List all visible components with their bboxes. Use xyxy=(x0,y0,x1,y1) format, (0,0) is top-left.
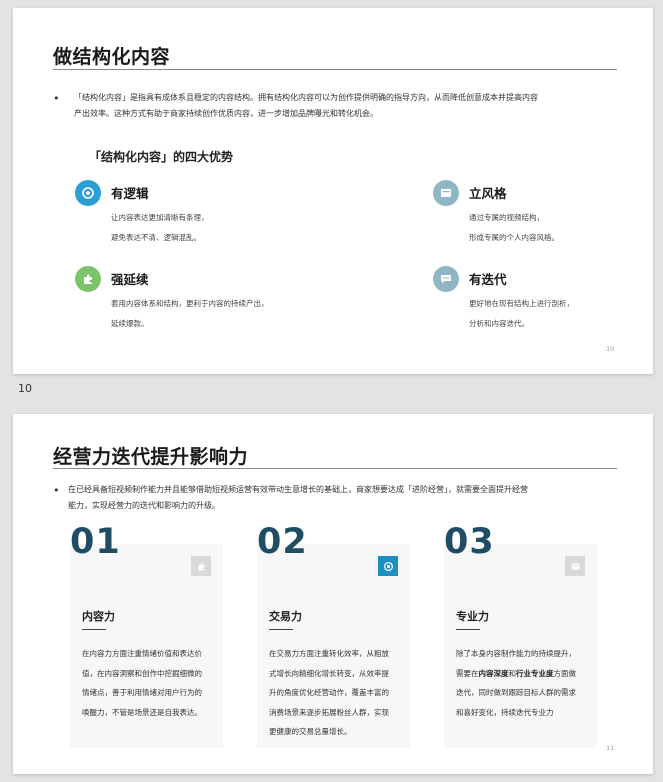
card-line: 更健康的交易总量增长。 xyxy=(269,727,352,736)
puzzle-icon xyxy=(191,556,211,576)
feature-title: 立风格 xyxy=(469,186,507,201)
feature-desc-line: 更好地在现有结构上进行剖析， xyxy=(469,299,574,308)
page-number: 11 xyxy=(606,744,615,752)
card-icon xyxy=(565,556,585,576)
title-divider xyxy=(53,468,617,469)
intro-line-2: 产出效率。这种方式有助于商家持续创作优质内容，进一步增加品牌曝光和转化机会。 xyxy=(74,109,378,118)
card-text: 和 xyxy=(508,668,517,678)
feature-desc-line: 通过专属的视频结构， xyxy=(469,213,544,222)
slide-10: 做结构化内容 • 「结构化内容」是指具有成体系且稳定的内容结构。拥有结构化内容可… xyxy=(13,8,653,374)
card-body: 在交易力方面注重转化效率，从粗放 式增长向精细化增长转变，从效率提 升的角度优化… xyxy=(269,644,401,742)
card-underline xyxy=(269,629,293,630)
feature-desc-line: 延续爆款。 xyxy=(111,319,149,328)
card-line: 需要在内容深度和行业专业度方面做 xyxy=(456,664,588,684)
feature-desc-line: 避免表达不清、逻辑混乱。 xyxy=(111,233,201,242)
feature-title: 有迭代 xyxy=(469,272,507,287)
target-icon xyxy=(378,556,398,576)
feature-title: 有逻辑 xyxy=(111,186,149,201)
feature-desc-line: 让内容表达更加清晰有条理， xyxy=(111,213,209,222)
puzzle-icon xyxy=(75,266,101,292)
title-divider xyxy=(53,69,617,70)
feature-description: 套用内容体系和结构，更利于内容的持续产出， 延续爆款。 xyxy=(111,294,269,334)
slide-index-label: 10 xyxy=(18,382,32,395)
card-line: 式增长向精细化增长转变，从效率提 xyxy=(269,668,389,678)
card-content-power: 01 内容力 在内容力方面注重情绪价值和表达价 值，在内容洞察和创作中挖掘细微的… xyxy=(70,522,223,748)
card-line: 和喜好变化，持续迭代专业力 xyxy=(456,707,554,717)
card-text: 需要在 xyxy=(456,668,479,678)
feature-description: 让内容表达更加清晰有条理， 避免表达不清、逻辑混乱。 xyxy=(111,208,209,248)
feature-description: 更好地在现有结构上进行剖析， 分析和内容迭代。 xyxy=(469,294,574,334)
slide-title: 经营力迭代提升影响力 xyxy=(53,446,249,468)
card-body: 除了本身内容制作能力的持续提升， 需要在内容深度和行业专业度方面做 迭代，同时做… xyxy=(456,644,588,722)
card-line: 在交易力方面注重转化效率，从粗放 xyxy=(269,649,389,658)
chat-icon xyxy=(433,266,459,292)
feature-desc-line: 套用内容体系和结构，更利于内容的持续产出， xyxy=(111,299,269,308)
advantages-heading: 「结构化内容」的四大优势 xyxy=(89,150,234,164)
card-number: 03 xyxy=(444,522,495,562)
intro-paragraph: 「结构化内容」是指具有成体系且稳定的内容结构。拥有结构化内容可以为创作提供明确的… xyxy=(74,90,538,122)
card-title: 交易力 xyxy=(269,610,302,623)
card-line: 迭代，同时做到跟踪目标人群的需求 xyxy=(456,688,576,697)
card-title: 内容力 xyxy=(82,610,115,623)
intro-paragraph: 在已经具备短视频制作能力并且能够借助短视频运营有效带动生意增长的基础上，商家想要… xyxy=(68,482,528,514)
card-underline xyxy=(456,629,480,630)
intro-line-1: 「结构化内容」是指具有成体系且稳定的内容结构。拥有结构化内容可以为创作提供明确的… xyxy=(74,93,538,102)
feature-description: 通过专属的视频结构， 形成专属的个人内容风格。 xyxy=(469,208,559,248)
page-number: 10 xyxy=(606,345,615,353)
card-emphasis: 内容深度 xyxy=(478,668,509,678)
card-line: 值，在内容洞察和创作中挖掘细微的 xyxy=(82,668,202,678)
intro-line-1: 在已经具备短视频制作能力并且能够借助短视频运营有效带动生意增长的基础上，商家想要… xyxy=(68,485,528,494)
card-title: 专业力 xyxy=(456,610,489,623)
card-icon xyxy=(433,180,459,206)
card-line: 情绪点，善于利用情绪对用户行为的 xyxy=(82,688,202,697)
slide-title: 做结构化内容 xyxy=(53,46,171,68)
feature-desc-line: 形成专属的个人内容风格。 xyxy=(469,233,559,242)
card-underline xyxy=(82,629,106,630)
intro-line-2: 能力，实现经营力的迭代和影响力的升级。 xyxy=(68,501,220,510)
feature-title: 强延续 xyxy=(111,272,149,287)
card-transaction-power: 02 交易力 在交易力方面注重转化效率，从粗放 式增长向精细化增长转变，从效率提… xyxy=(257,522,410,748)
card-line: 除了本身内容制作能力的持续提升， xyxy=(456,649,576,658)
card-professional-power: 03 专业力 除了本身内容制作能力的持续提升， 需要在内容深度和行业专业度方面做… xyxy=(444,522,597,748)
slide-11: 经营力迭代提升影响力 • 在已经具备短视频制作能力并且能够借助短视频运营有效带动… xyxy=(13,414,653,774)
card-text: 方面做 xyxy=(553,668,577,678)
bullet: • xyxy=(53,484,60,497)
card-line: 消费场景来逐步拓展粉丝人群，实现 xyxy=(269,707,389,717)
card-emphasis: 行业专业度 xyxy=(516,668,554,678)
card-line: 在内容力方面注重情绪价值和表达价 xyxy=(82,649,202,658)
feature-desc-line: 分析和内容迭代。 xyxy=(469,319,529,328)
card-number: 01 xyxy=(70,522,121,562)
card-body: 在内容力方面注重情绪价值和表达价 值，在内容洞察和创作中挖掘细微的 情绪点，善于… xyxy=(82,644,214,722)
card-number: 02 xyxy=(257,522,308,562)
card-line: 升的角度优化经营动作，覆盖丰富的 xyxy=(269,688,389,697)
target-icon xyxy=(75,180,101,206)
bullet: • xyxy=(53,92,60,105)
card-line: 唤醒力，不管是场景还是自我表达。 xyxy=(82,707,202,717)
